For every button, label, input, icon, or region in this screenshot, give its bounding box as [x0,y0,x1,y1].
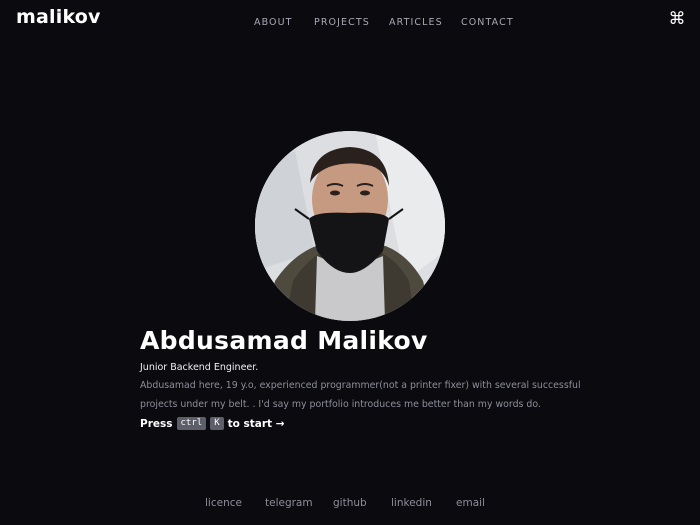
command-hint[interactable]: Press ctrl K to start → [140,417,285,430]
nav-contact[interactable]: CONTACT [461,17,514,28]
profile-bio: Abdusamad here, 19 y.o, experienced prog… [140,380,581,410]
footer-link-linkedin[interactable]: linkedin [391,497,432,509]
footer-link-email[interactable]: email [456,497,485,509]
nav-about[interactable]: ABOUT [254,17,293,28]
start-label: to start → [227,417,285,430]
site-logo[interactable]: malikov [16,6,101,28]
profile-role: Junior Backend Engineer. [140,362,259,373]
footer-link-licence[interactable]: licence [205,497,242,509]
nav-projects[interactable]: PROJECTS [314,17,370,28]
press-label: Press [140,417,173,430]
profile-name: Abdusamad Malikov [140,326,428,355]
command-icon[interactable]: ⌘ [668,10,686,28]
k-key: K [210,417,224,430]
footer-link-telegram[interactable]: telegram [265,497,313,509]
footer-link-github[interactable]: github [333,497,367,509]
avatar-photo [255,131,445,321]
nav-articles[interactable]: ARTICLES [389,17,443,28]
page: malikov ABOUT PROJECTS ARTICLES CONTACT … [0,0,700,525]
avatar [255,131,445,321]
ctrl-key: ctrl [176,417,207,430]
